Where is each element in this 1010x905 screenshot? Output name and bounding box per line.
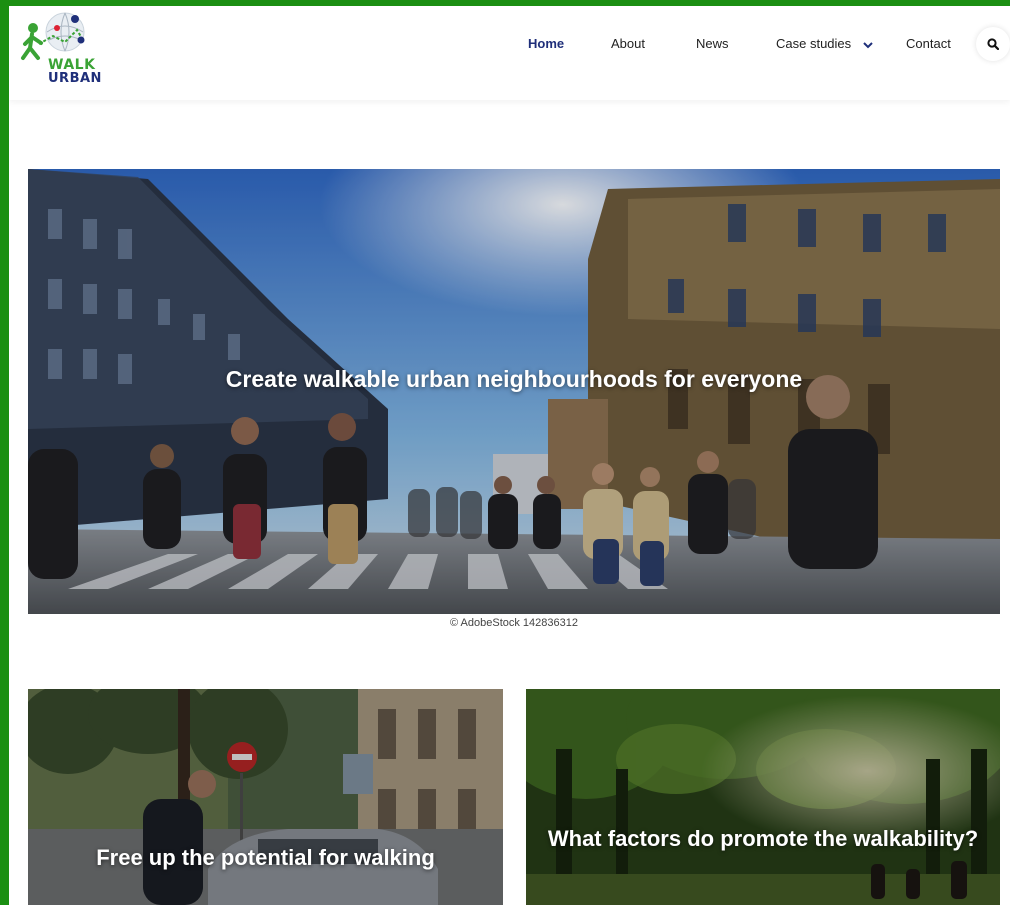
- nav-contact[interactable]: Contact: [906, 36, 951, 51]
- nav-home[interactable]: Home: [528, 36, 564, 51]
- nav-news[interactable]: News: [696, 36, 729, 51]
- nav-about[interactable]: About: [611, 36, 645, 51]
- card-free-up-walking[interactable]: Free up the potential for walking: [28, 689, 503, 905]
- nav-case-studies[interactable]: Case studies: [776, 36, 873, 52]
- hero-banner: Create walkable urban neighbourhoods for…: [28, 169, 1000, 614]
- page: WALK URBAN Home About News Case studies …: [9, 6, 1010, 905]
- main-nav: Home About News Case studies Contact: [9, 36, 1010, 56]
- card-park-image: [526, 689, 1000, 905]
- hero-title: Create walkable urban neighbourhoods for…: [225, 366, 803, 392]
- logo-word-urban: URBAN: [48, 71, 102, 86]
- card-walkability-factors[interactable]: What factors do promote the walkability?: [526, 689, 1000, 905]
- nav-case-studies-label: Case studies: [776, 36, 852, 51]
- chevron-down-icon[interactable]: [863, 37, 873, 52]
- search-button[interactable]: [976, 27, 1010, 61]
- site-header: WALK URBAN Home About News Case studies …: [9, 6, 1010, 100]
- image-credit: © AdobeStock 142836312: [450, 617, 578, 629]
- search-icon: [987, 38, 999, 50]
- card-left-title: Free up the potential for walking: [96, 845, 435, 870]
- card-right-title: What factors do promote the walkability?: [547, 826, 979, 851]
